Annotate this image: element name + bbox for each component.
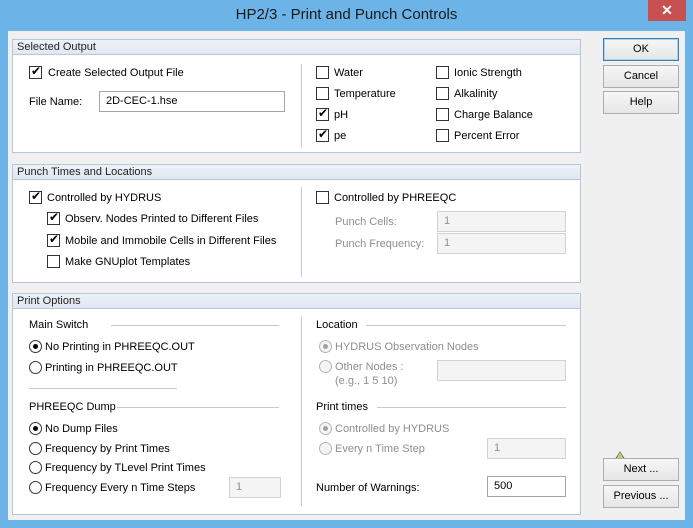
selected-output-group: Selected Output Create Selected Output F… bbox=[12, 39, 581, 153]
print-controlled-hydrus-label: Controlled by HYDRUS bbox=[335, 423, 450, 435]
warnings-label: Number of Warnings: bbox=[316, 482, 420, 494]
print-options-divider bbox=[301, 316, 302, 506]
no-dump-radio[interactable] bbox=[29, 422, 42, 435]
create-output-file-checkbox[interactable] bbox=[29, 64, 42, 79]
ionic-strength-label: Ionic Strength bbox=[454, 67, 522, 79]
freq-print-times-radio[interactable] bbox=[29, 442, 42, 455]
controlled-by-hydrus-checkbox[interactable] bbox=[29, 189, 42, 204]
punch-frequency-input[interactable]: 1 bbox=[437, 233, 566, 254]
pe-checkbox[interactable] bbox=[316, 127, 329, 142]
main-switch-separator bbox=[29, 388, 177, 389]
other-nodes-radio[interactable] bbox=[319, 360, 332, 373]
location-label: Location bbox=[316, 319, 358, 331]
freq-every-n-input[interactable]: 1 bbox=[229, 477, 281, 498]
hydrus-obs-nodes-radio[interactable] bbox=[319, 340, 332, 353]
punch-cells-label: Punch Cells: bbox=[335, 216, 397, 228]
create-output-file-label: Create Selected Output File bbox=[48, 67, 184, 79]
every-n-time-step-label: Every n Time Step bbox=[335, 443, 425, 455]
window-title: HP2/3 - Print and Punch Controls bbox=[235, 6, 458, 23]
help-button[interactable]: Help bbox=[603, 91, 679, 114]
alkalinity-label: Alkalinity bbox=[454, 88, 498, 100]
controlled-by-phreeqc-label: Controlled by PHREEQC bbox=[334, 192, 457, 204]
hydrus-obs-nodes-label: HYDRUS Observation Nodes bbox=[335, 341, 479, 353]
previous-button[interactable]: Previous ... bbox=[603, 485, 679, 508]
print-times-label: Print times bbox=[316, 401, 368, 413]
observ-nodes-checkbox[interactable] bbox=[47, 210, 60, 225]
other-nodes-input[interactable] bbox=[437, 360, 566, 381]
main-switch-label: Main Switch bbox=[29, 319, 89, 331]
percent-error-checkbox[interactable] bbox=[436, 129, 449, 142]
file-name-input[interactable]: 2D-CEC-1.hse bbox=[99, 91, 285, 112]
punch-frequency-label: Punch Frequency: bbox=[335, 238, 425, 250]
location-rule bbox=[366, 325, 566, 326]
gnuplot-label: Make GNUplot Templates bbox=[65, 256, 191, 268]
every-n-time-step-radio[interactable] bbox=[319, 442, 332, 455]
main-switch-rule bbox=[111, 325, 279, 326]
percent-error-label: Percent Error bbox=[454, 130, 520, 142]
other-nodes-label: Other Nodes : bbox=[335, 361, 404, 373]
print-times-rule bbox=[377, 407, 566, 408]
mobile-immobile-label: Mobile and Immobile Cells in Different F… bbox=[65, 235, 277, 247]
no-dump-label: No Dump Files bbox=[45, 423, 118, 435]
ionic-strength-checkbox[interactable] bbox=[436, 66, 449, 79]
ok-button[interactable]: OK bbox=[603, 38, 679, 61]
every-n-time-step-input[interactable]: 1 bbox=[487, 438, 566, 459]
water-label: Water bbox=[334, 67, 363, 79]
print-options-header: Print Options bbox=[13, 294, 580, 309]
freq-tlevel-radio[interactable] bbox=[29, 461, 42, 474]
punch-divider bbox=[301, 187, 302, 277]
no-printing-label: No Printing in PHREEQC.OUT bbox=[45, 341, 195, 353]
phreeqc-dump-label: PHREEQC Dump bbox=[29, 401, 116, 413]
dialog-window: HP2/3 - Print and Punch Controls ✕ Selec… bbox=[0, 0, 693, 528]
cancel-button[interactable]: Cancel bbox=[603, 65, 679, 88]
charge-balance-label: Charge Balance bbox=[454, 109, 533, 121]
punch-cells-input[interactable]: 1 bbox=[437, 211, 566, 232]
pe-label: pe bbox=[334, 130, 347, 142]
temperature-checkbox[interactable] bbox=[316, 87, 329, 100]
printing-label: Printing in PHREEQC.OUT bbox=[45, 362, 178, 374]
punch-times-group: Punch Times and Locations Controlled by … bbox=[12, 164, 581, 283]
water-checkbox[interactable] bbox=[316, 66, 329, 79]
charge-balance-checkbox[interactable] bbox=[436, 108, 449, 121]
gnuplot-checkbox[interactable] bbox=[47, 255, 60, 268]
title-bar: HP2/3 - Print and Punch Controls ✕ bbox=[0, 0, 693, 30]
mobile-immobile-checkbox[interactable] bbox=[47, 232, 60, 247]
controlled-by-hydrus-label: Controlled by HYDRUS bbox=[47, 192, 162, 204]
close-button[interactable]: ✕ bbox=[648, 0, 686, 21]
freq-every-n-radio[interactable] bbox=[29, 481, 42, 494]
freq-tlevel-label: Frequency by TLevel Print Times bbox=[45, 462, 206, 474]
selected-output-header: Selected Output bbox=[13, 40, 580, 55]
ph-checkbox[interactable] bbox=[316, 106, 329, 121]
selected-output-divider bbox=[301, 64, 302, 148]
observ-nodes-label: Observ. Nodes Printed to Different Files bbox=[65, 213, 259, 225]
printing-radio[interactable] bbox=[29, 361, 42, 374]
file-name-label: File Name: bbox=[29, 96, 83, 108]
next-button[interactable]: Next ... bbox=[603, 458, 679, 481]
alkalinity-checkbox[interactable] bbox=[436, 87, 449, 100]
freq-print-times-label: Frequency by Print Times bbox=[45, 443, 170, 455]
controlled-by-phreeqc-checkbox[interactable] bbox=[316, 191, 329, 204]
dialog-client: Selected Output Create Selected Output F… bbox=[8, 31, 685, 520]
print-options-group: Print Options Main Switch No Printing in… bbox=[12, 293, 581, 515]
no-printing-radio[interactable] bbox=[29, 340, 42, 353]
temperature-label: Temperature bbox=[334, 88, 396, 100]
punch-times-header: Punch Times and Locations bbox=[13, 165, 580, 180]
phreeqc-dump-rule bbox=[117, 407, 279, 408]
ph-label: pH bbox=[334, 109, 349, 121]
other-nodes-example: (e.g., 1 5 10) bbox=[335, 375, 398, 387]
print-controlled-hydrus-radio[interactable] bbox=[319, 422, 332, 435]
warnings-input[interactable]: 500 bbox=[487, 476, 566, 497]
freq-every-n-label: Frequency Every n Time Steps bbox=[45, 482, 196, 494]
close-icon: ✕ bbox=[661, 2, 673, 18]
